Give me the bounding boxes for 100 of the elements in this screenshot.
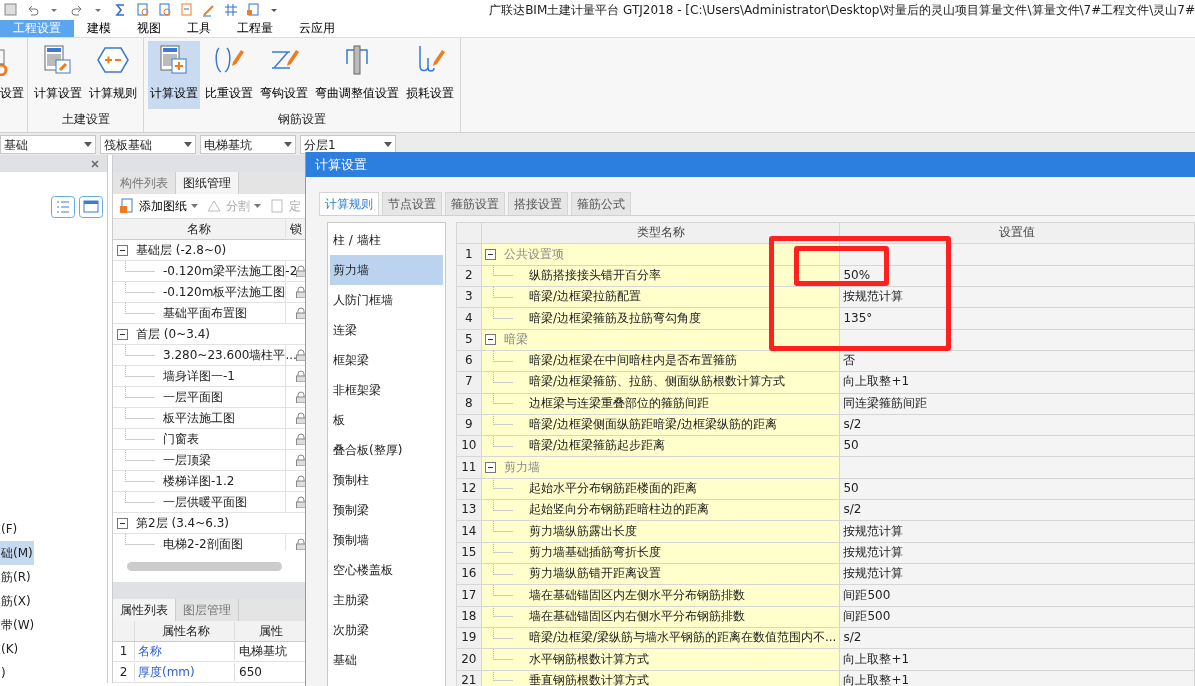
setting-value[interactable]: 向上取整+1: [839, 648, 1195, 671]
ribbon-button[interactable]: 计算设置: [148, 41, 200, 109]
tree-item[interactable]: -0.120m板平法施工图: [163, 283, 286, 302]
dialog-tab[interactable]: 搭接设置: [508, 192, 568, 215]
menu-tab[interactable]: 视图: [124, 20, 174, 37]
list-view-icon[interactable]: [51, 196, 75, 218]
category-item[interactable]: 预制柱: [330, 465, 443, 495]
category-item[interactable]: 连梁: [330, 315, 443, 345]
list-item[interactable]: (K): [0, 637, 20, 661]
setting-value[interactable]: 按规范计算: [839, 520, 1195, 543]
ribbon-button[interactable]: 损耗设置: [404, 41, 456, 109]
setting-value[interactable]: 50%: [839, 265, 1195, 287]
setting-value[interactable]: 135°: [839, 307, 1195, 330]
dialog-tab[interactable]: 箍筋设置: [445, 192, 505, 215]
dialog-tab[interactable]: 箍筋公式: [571, 192, 631, 215]
menu-tab[interactable]: 云应用: [286, 20, 348, 37]
tree-item[interactable]: 一层供暖平面图: [163, 493, 247, 512]
category-item[interactable]: 空心楼盖板: [330, 555, 443, 585]
dialog-tab[interactable]: 节点设置: [382, 192, 442, 215]
lock-icon[interactable]: [296, 349, 306, 362]
list-item[interactable]: 筋(X): [0, 589, 32, 613]
list-item[interactable]: 础(M): [0, 541, 34, 565]
panel-tab[interactable]: 图纸管理: [176, 171, 239, 194]
setting-value[interactable]: 按规范计算: [839, 542, 1195, 564]
setting-value[interactable]: 50: [839, 478, 1195, 500]
lock-icon[interactable]: [296, 412, 306, 425]
tree-item[interactable]: 第2层 (3.4~6.3): [136, 514, 230, 533]
save-icon[interactable]: [4, 3, 18, 17]
lock-icon[interactable]: [296, 475, 306, 488]
collapse-icon[interactable]: [484, 334, 496, 346]
scrollbar-thumb[interactable]: [127, 562, 282, 572]
tree-item[interactable]: 电梯2-2剖面图: [163, 535, 243, 551]
setting-value[interactable]: s/2: [839, 627, 1195, 649]
tree-item[interactable]: 一层平面图: [163, 388, 223, 407]
dropdown[interactable]: 电梯基坑: [200, 135, 296, 154]
setting-value[interactable]: 按规范计算: [839, 563, 1195, 585]
category-item[interactable]: 主肋梁: [330, 585, 443, 615]
pencil-icon[interactable]: [202, 3, 216, 17]
tree-item[interactable]: -0.120m梁平法施工图-2: [163, 262, 298, 281]
lock-icon[interactable]: [296, 370, 306, 383]
setting-value[interactable]: 否: [839, 350, 1195, 372]
lock-icon[interactable]: [296, 433, 306, 446]
lock-icon[interactable]: [296, 265, 306, 278]
setting-value[interactable]: 间距500: [839, 606, 1195, 628]
setting-value[interactable]: 同连梁箍筋间距: [839, 393, 1195, 415]
dropdown[interactable]: 筏板基础: [100, 135, 196, 154]
ribbon-button[interactable]: 设置: [0, 41, 24, 109]
tree-item[interactable]: 墙身详图一-1: [163, 367, 235, 386]
list-item[interactable]: (F): [0, 517, 19, 541]
ribbon-button[interactable]: 弯曲调整值设置: [313, 41, 401, 109]
tree-item[interactable]: 门窗表: [163, 430, 199, 449]
category-item[interactable]: 板: [330, 405, 443, 435]
ribbon-button[interactable]: 计算设置: [32, 41, 84, 109]
menu-tab[interactable]: 工具: [174, 20, 224, 37]
category-item[interactable]: 预制墙: [330, 525, 443, 555]
category-item[interactable]: 人防门框墙: [330, 285, 443, 315]
category-item[interactable]: 叠合板(整厚): [330, 435, 443, 465]
setting-value[interactable]: s/2: [839, 414, 1195, 436]
collapse-icon[interactable]: [117, 328, 128, 340]
undo-icon[interactable]: [26, 3, 40, 17]
window-view-icon[interactable]: [79, 196, 103, 218]
dropdown[interactable]: 基础: [0, 135, 96, 154]
tree-item[interactable]: 基础层 (-2.8~0): [136, 241, 227, 260]
document-search-icon[interactable]: [136, 3, 150, 17]
ribbon-button[interactable]: 比重设置: [203, 41, 255, 109]
document-add-icon[interactable]: [246, 3, 260, 17]
ribbon-button[interactable]: 计算规则: [87, 41, 139, 109]
category-item[interactable]: 次肋梁: [330, 615, 443, 645]
category-item[interactable]: 预制梁: [330, 495, 443, 525]
tree-item[interactable]: 楼梯详图-1.2: [163, 472, 235, 491]
grid-icon[interactable]: [224, 3, 238, 17]
collapse-icon[interactable]: [484, 462, 496, 474]
category-item[interactable]: 基础: [330, 645, 443, 675]
lock-icon[interactable]: [296, 286, 306, 299]
lock-icon[interactable]: [296, 391, 306, 404]
lock-icon[interactable]: [296, 454, 306, 467]
category-item[interactable]: 柱 / 墙柱: [330, 225, 443, 255]
menu-tab[interactable]: 工程量: [224, 20, 286, 37]
setting-value[interactable]: 间距500: [839, 584, 1195, 607]
document-search-icon[interactable]: [158, 3, 172, 17]
collapse-icon[interactable]: [117, 244, 128, 256]
ribbon-button[interactable]: 弯钩设置: [258, 41, 310, 109]
redo-icon[interactable]: [70, 3, 84, 17]
collapse-icon[interactable]: [484, 248, 496, 260]
list-item[interactable]: ): [0, 661, 7, 685]
setting-value[interactable]: s/2: [839, 499, 1195, 521]
setting-value[interactable]: 按规范计算: [839, 286, 1195, 308]
setting-value[interactable]: 50: [839, 435, 1195, 457]
lock-icon[interactable]: [296, 496, 306, 509]
category-item[interactable]: 剪力墙: [330, 255, 443, 285]
list-item[interactable]: 筋(R): [0, 565, 32, 589]
dropdown[interactable]: 分层1: [300, 135, 396, 154]
category-item[interactable]: 框架梁: [330, 345, 443, 375]
tree-item[interactable]: 一层顶梁: [163, 451, 211, 470]
toolbar-button[interactable]: 添加图纸: [117, 197, 200, 216]
list-item[interactable]: 带(W): [0, 613, 36, 637]
document-icon[interactable]: [180, 3, 194, 17]
menu-tab[interactable]: 建模: [74, 20, 124, 37]
close-icon[interactable]: [91, 159, 99, 168]
tree-item[interactable]: 首层 (0~3.4): [136, 325, 210, 344]
